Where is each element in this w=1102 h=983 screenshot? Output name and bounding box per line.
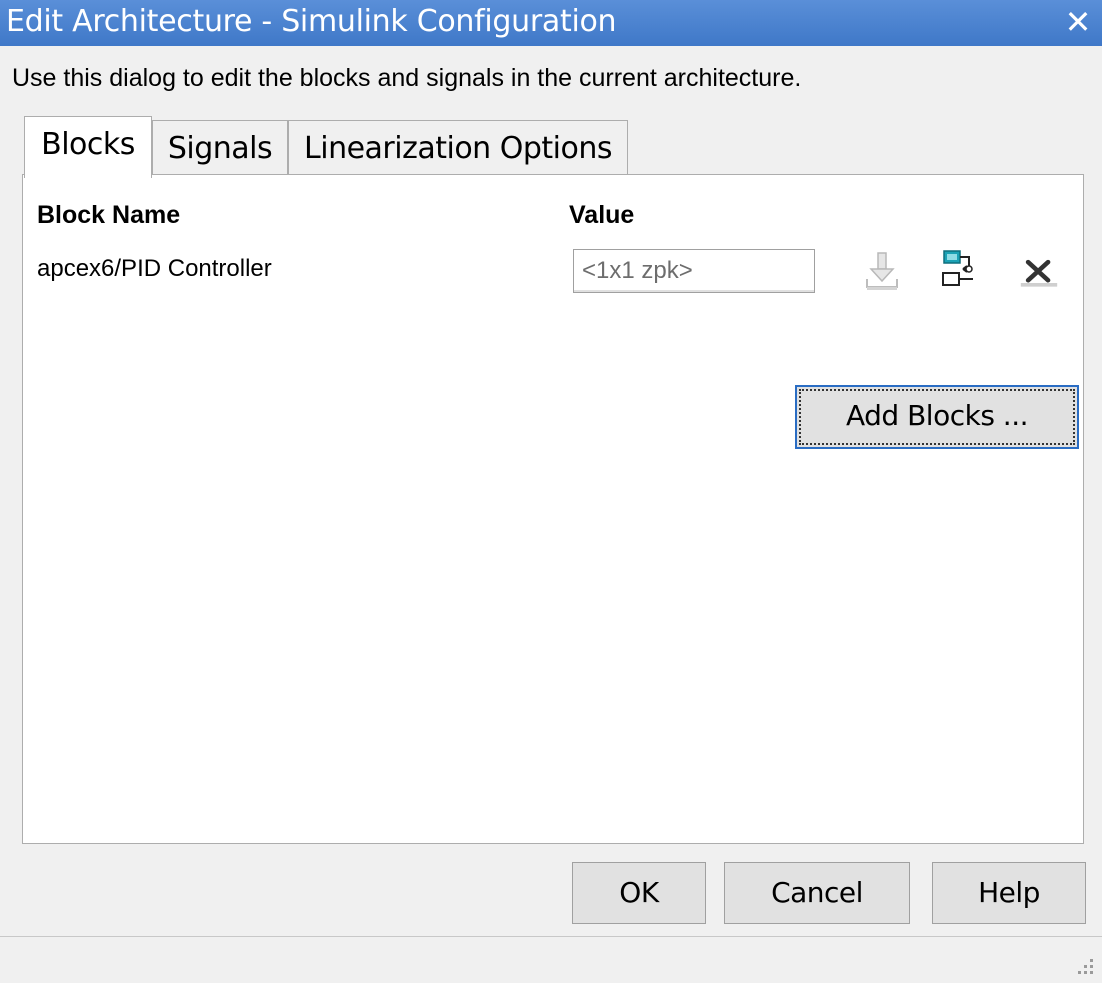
help-button[interactable]: Help — [932, 862, 1086, 924]
value-field[interactable]: <1x1 zpk> — [573, 249, 815, 293]
resize-grip-icon[interactable] — [1074, 955, 1096, 977]
close-icon[interactable]: ✕ — [1060, 2, 1096, 42]
window-title: Edit Architecture - Simulink Configurati… — [6, 4, 617, 39]
delete-icon[interactable] — [1019, 251, 1059, 295]
tab-blocks[interactable]: Blocks — [24, 116, 152, 178]
column-header-block-name: Block Name — [37, 201, 181, 229]
title-bar[interactable]: Edit Architecture - Simulink Configurati… — [0, 0, 1102, 46]
dialog-description: Use this dialog to edit the blocks and s… — [12, 64, 802, 92]
cancel-button[interactable]: Cancel — [724, 862, 910, 924]
blocks-panel: Block Name Value apcex6/PID Controller <… — [22, 174, 1084, 844]
ok-button[interactable]: OK — [572, 862, 706, 924]
status-bar — [0, 936, 1102, 983]
tab-signals[interactable]: Signals — [152, 120, 288, 176]
block-name-cell: apcex6/PID Controller — [37, 255, 272, 282]
block-diagram-icon[interactable] — [939, 247, 979, 291]
import-icon[interactable] — [863, 249, 903, 293]
column-header-value: Value — [569, 201, 635, 229]
dialog-body: Use this dialog to edit the blocks and s… — [0, 46, 1102, 936]
add-blocks-button[interactable]: Add Blocks ... — [795, 385, 1079, 449]
tab-linearization-options[interactable]: Linearization Options — [288, 120, 628, 176]
